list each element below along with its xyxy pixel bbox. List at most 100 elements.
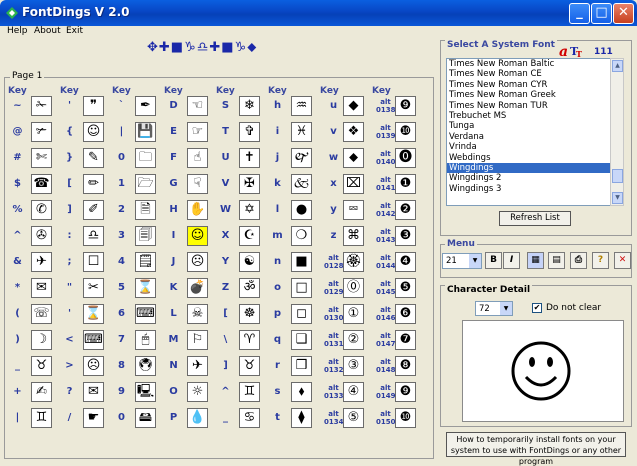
glyph-cell[interactable]: ⌧ — [343, 174, 364, 194]
bold-button[interactable]: B — [485, 252, 502, 269]
scroll-thumb[interactable] — [612, 169, 623, 183]
font-size-select[interactable]: 21 ▼ — [442, 253, 482, 269]
glyph-cell[interactable]: ✃ — [31, 122, 52, 142]
glyph-cell[interactable]: ❸ — [395, 226, 416, 246]
glyph-cell[interactable]: ■ — [291, 252, 312, 272]
glyph-cell[interactable]: ♉ — [239, 356, 260, 376]
font-list-item[interactable]: Trebuchet MS — [447, 111, 623, 121]
glyph-cell[interactable]: ❖ — [343, 122, 364, 142]
font-list-item[interactable]: Wingdings 3 — [447, 184, 623, 194]
glyph-cell[interactable]: ☛ — [83, 408, 104, 428]
italic-button[interactable]: I — [503, 252, 520, 269]
glyph-cell[interactable]: 🗒 — [135, 252, 156, 272]
close-button[interactable]: ✕ — [613, 3, 634, 24]
glyph-cell[interactable]: ✡ — [239, 200, 260, 220]
glyph-cell[interactable]: ☎ — [31, 174, 52, 194]
glyph-cell[interactable]: ☐ — [83, 252, 104, 272]
glyph-cell[interactable]: ☪ — [239, 226, 260, 246]
glyph-cell[interactable]: ❽ — [395, 356, 416, 376]
glyph-cell[interactable]: ♈ — [239, 330, 260, 350]
glyph-cell[interactable]: ✍ — [31, 382, 52, 402]
glyph-cell[interactable]: ♊ — [239, 382, 260, 402]
glyph-cell[interactable]: ⮹ — [343, 200, 364, 220]
glyph-cell[interactable]: ❒ — [291, 356, 312, 376]
glyph-cell[interactable]: 🖴 — [135, 408, 156, 428]
glyph-cell[interactable]: 🙰 — [291, 148, 312, 168]
glyph-cell[interactable]: ✆ — [31, 200, 52, 220]
glyph-cell[interactable]: ❹ — [395, 252, 416, 272]
glyph-cell[interactable]: ⓪ — [343, 278, 364, 298]
glyph-cell[interactable]: ✏ — [83, 174, 104, 194]
chevron-down-icon[interactable]: ▼ — [500, 302, 512, 315]
glyph-cell[interactable]: ✐ — [83, 200, 104, 220]
glyph-cell[interactable]: ✉ — [31, 278, 52, 298]
glyph-cell[interactable]: ☯ — [239, 252, 260, 272]
glyph-cell[interactable]: ⚐ — [187, 330, 208, 350]
glyph-cell[interactable]: ✎ — [83, 148, 104, 168]
glyph-cell[interactable]: ⓿ — [395, 148, 416, 168]
glyph-cell[interactable]: ④ — [343, 382, 364, 402]
glyph-cell[interactable]: ❿ — [395, 122, 416, 142]
glyph-cell[interactable]: ☼ — [187, 382, 208, 402]
glyph-cell[interactable]: ♒ — [291, 96, 312, 116]
glyph-cell[interactable]: ☹ — [187, 252, 208, 272]
glyph-cell[interactable]: ॐ — [239, 278, 260, 298]
glyph-cell[interactable]: ● — [291, 200, 312, 220]
glyph-cell[interactable]: ♎ — [83, 226, 104, 246]
font-list-item[interactable]: Times New Roman CYR — [447, 80, 623, 90]
glyph-cell[interactable]: ✠ — [239, 174, 260, 194]
glyph-cell[interactable]: ✄ — [31, 148, 52, 168]
glyph-cell[interactable]: 🗐 — [135, 226, 156, 246]
glyph-cell[interactable]: ☸ — [239, 304, 260, 324]
glyph-cell[interactable]: ✞ — [239, 122, 260, 142]
glyph-cell[interactable]: ♓ — [291, 122, 312, 142]
glyph-cell[interactable]: ❾ — [395, 96, 416, 116]
glyph-cell[interactable]: ☺ — [83, 122, 104, 142]
glyph-cell[interactable]: 💾 — [135, 122, 156, 142]
glyph-cell[interactable]: ② — [343, 330, 364, 350]
glyph-cell[interactable]: ⌛ — [135, 278, 156, 298]
glyph-cell[interactable]: ⑤ — [343, 408, 364, 428]
font-list-item[interactable]: Tunga — [447, 121, 623, 131]
glyph-cell[interactable]: ☽ — [31, 330, 52, 350]
glyph-cell[interactable]: ❑ — [291, 330, 312, 350]
glyph-cell[interactable]: ❍ — [291, 226, 312, 246]
glyph-cell[interactable]: ❶ — [395, 174, 416, 194]
glyph-cell[interactable]: □ — [291, 278, 312, 298]
chevron-down-icon[interactable]: ▼ — [469, 254, 481, 268]
glyph-cell[interactable]: 🗀 — [135, 148, 156, 168]
glyph-cell[interactable]: ⌛ — [83, 304, 104, 324]
glyph-cell[interactable]: 💣 — [187, 278, 208, 298]
glyph-cell[interactable]: ❷ — [395, 200, 416, 220]
glyph-cell[interactable]: ✁ — [31, 96, 52, 116]
glyph-cell[interactable]: ❼ — [395, 330, 416, 350]
glyph-cell[interactable]: ✇ — [31, 226, 52, 246]
maximize-button[interactable]: □ — [591, 3, 612, 24]
glyph-cell[interactable]: ☹ — [83, 356, 104, 376]
preview-size-select[interactable]: 72 ▼ — [475, 301, 513, 316]
font-list-item[interactable]: Times New Roman Greek — [447, 90, 623, 100]
glyph-cell[interactable]: ☜ — [187, 96, 208, 116]
glyph-cell[interactable]: ✈ — [187, 356, 208, 376]
glyph-cell[interactable]: ♉ — [31, 356, 52, 376]
menu-exit[interactable]: Exit — [66, 26, 83, 36]
glyph-cell[interactable]: 🖳 — [135, 382, 156, 402]
font-list-item[interactable]: Times New Roman CE — [447, 69, 623, 79]
glyph-cell[interactable]: 🗎 — [135, 200, 156, 220]
grid-view-icon[interactable]: ▤ — [548, 252, 565, 269]
glyph-cell[interactable]: ❄ — [239, 96, 260, 116]
glyph-cell[interactable]: ♋ — [239, 408, 260, 428]
glyph-cell[interactable]: ☟ — [187, 174, 208, 194]
glyph-cell[interactable]: ✒ — [135, 96, 156, 116]
font-list-item[interactable]: Wingdings 2 — [447, 173, 623, 183]
glyph-cell[interactable]: 🖲 — [135, 356, 156, 376]
scroll-up-icon[interactable]: ▲ — [612, 60, 623, 72]
font-list-scrollbar[interactable]: ▲ ▼ — [610, 58, 624, 206]
glyph-cell[interactable]: ☝ — [187, 148, 208, 168]
refresh-list-button[interactable]: Refresh List — [499, 211, 571, 226]
help-icon[interactable]: ? — [592, 252, 609, 269]
glyph-cell[interactable]: ☏ — [31, 304, 52, 324]
glyph-cell[interactable]: ③ — [343, 356, 364, 376]
color-table-icon[interactable]: ▦ — [527, 252, 544, 269]
menu-about[interactable]: About — [34, 26, 61, 36]
